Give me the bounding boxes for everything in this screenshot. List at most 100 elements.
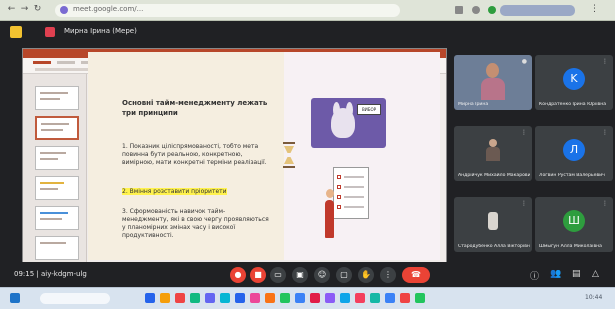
participant-tile[interactable]: K ⋮ Кондратенко Ірина Юріївна [535, 55, 613, 110]
address-bar[interactable]: meet.google.com/... [55, 4, 400, 17]
app-icon[interactable] [370, 293, 380, 303]
present-icon[interactable]: ▣ [292, 267, 308, 283]
participant-tile[interactable]: ⋮ Стародубенко Алла Вікторівна [454, 197, 532, 252]
app-icon[interactable] [400, 293, 410, 303]
slide-title: Основні тайм-менеджменту лежать три прин… [122, 99, 268, 117]
app-icon[interactable] [220, 293, 230, 303]
app-icon[interactable] [265, 293, 275, 303]
extensions-icon[interactable] [455, 6, 463, 14]
meet-logo-icon [10, 26, 22, 38]
participant-video [481, 63, 505, 100]
rabbit-face [331, 102, 355, 138]
call-controls-bar: 09:15 | aiy-kdgm-ulg ● ■ ▭ ▣ ☺ ▢ ✋ ⋮ ☎ ⓘ… [0, 262, 615, 287]
participant-name: Стародубенко Алла Вікторівна [458, 244, 530, 249]
windows-taskbar: 10:44 [0, 287, 615, 309]
participant-tile[interactable]: Ш ⋮ Шмыгун Алла Миколаївна [535, 197, 613, 252]
rabbit-sign: ВИБОР [357, 104, 381, 115]
app-icon[interactable] [160, 293, 170, 303]
slide-thumbnail[interactable] [35, 206, 79, 230]
slide-point-2: 2. Вміння розставити пріоритети [122, 188, 270, 196]
checklist-illustration [333, 167, 369, 219]
slide-point-1: 1. Показник ціліспрямованості, тобто мет… [122, 143, 267, 166]
windows-start-icon[interactable] [10, 293, 20, 303]
participant-tile[interactable]: ● Мирна Ірина [454, 55, 532, 110]
participant-name: Кондратенко Ірина Юріївна [539, 102, 607, 107]
app-icon[interactable] [145, 293, 155, 303]
emoji-icon[interactable]: ☺ [314, 267, 330, 283]
avatar: K [563, 68, 585, 90]
participant-name: Шмыгун Алла Миколаївна [539, 244, 602, 249]
app-icon[interactable] [205, 293, 215, 303]
person-head [326, 189, 334, 198]
more-options-icon[interactable]: ⋮ [380, 267, 396, 283]
chat-icon[interactable]: ▤ [572, 269, 581, 279]
captions-icon[interactable]: ▭ [270, 267, 286, 283]
raise-hand-icon[interactable]: ✋ [358, 267, 374, 283]
app-icon[interactable] [340, 293, 350, 303]
slide-thumbnail[interactable] [35, 146, 79, 170]
hourglass-icon [283, 142, 295, 168]
participant-tile[interactable]: Л ⋮ Логвин Рустам Валерьевич [535, 126, 613, 181]
participant-name: Мирна Ірина [458, 102, 489, 107]
meeting-code: 09:15 | aiy-kdgm-ulg [14, 270, 87, 278]
app-icon[interactable] [415, 293, 425, 303]
app-icon[interactable] [355, 293, 365, 303]
participant-name: Логвин Рустам Валерьевич [539, 173, 605, 178]
taskbar-clock[interactable]: 10:44 [585, 294, 602, 301]
profile-pill[interactable] [500, 5, 575, 16]
app-icon[interactable] [325, 293, 335, 303]
more-options-icon[interactable]: ⋮ [521, 129, 527, 136]
url-text: meet.google.com/... [73, 5, 144, 13]
more-options-icon[interactable]: ⋮ [602, 58, 608, 65]
app-icon[interactable] [235, 293, 245, 303]
app-icon[interactable] [310, 293, 320, 303]
site-icon [60, 6, 68, 14]
slide-thumbnail-active[interactable] [35, 116, 79, 140]
taskbar-search[interactable] [40, 293, 110, 304]
app-icon[interactable] [280, 293, 290, 303]
slide-thumbnails [23, 74, 87, 262]
slide-thumbnail[interactable] [35, 176, 79, 200]
app-icon[interactable] [175, 293, 185, 303]
participant-photo [486, 139, 500, 161]
app-icon[interactable] [295, 293, 305, 303]
participant-name: Андрійчук Михайло Макарович [458, 173, 530, 178]
person-illustration [325, 200, 334, 238]
info-icon[interactable]: ⓘ [530, 269, 539, 282]
slide-illustration-area [284, 52, 440, 260]
slide-point-3: 3. Сформованість навичок тайм-менеджмент… [122, 208, 269, 239]
activities-icon[interactable]: △ [592, 269, 599, 279]
rabbit-illustration: ВИБОР [311, 98, 386, 148]
more-options-icon[interactable]: ⋮ [521, 200, 527, 207]
reload-icon[interactable]: ↻ [32, 4, 43, 15]
people-icon[interactable]: 👥 [550, 269, 561, 279]
menu-icon[interactable]: ⋮ [590, 4, 599, 14]
slide-thumbnail[interactable] [35, 236, 79, 260]
avatar: Ш [563, 210, 585, 232]
profile-icon[interactable] [488, 6, 496, 14]
slide-thumbnail[interactable] [35, 86, 79, 110]
browser-toolbar: ← → ↻ meet.google.com/... ⋮ [0, 0, 615, 21]
more-options-icon[interactable]: ⋮ [602, 200, 608, 207]
back-arrow-icon[interactable]: ← [6, 4, 17, 15]
avatar: Л [563, 139, 585, 161]
more-options-icon[interactable]: ⋮ [602, 129, 608, 136]
forward-arrow-icon[interactable]: → [19, 4, 30, 15]
end-call-icon[interactable]: ☎ [402, 267, 430, 283]
app-icon[interactable] [250, 293, 260, 303]
highlighted-text: 2. Вміння розставити пріоритети [122, 188, 227, 195]
camera-off-icon[interactable]: ■ [250, 267, 266, 283]
ribbon-tab[interactable] [57, 61, 75, 64]
present-screen-icon[interactable]: ▢ [336, 267, 352, 283]
mic-muted-icon: ● [521, 58, 527, 65]
meeting-title: Мирна Ірина (Мере) [64, 27, 137, 35]
presenting-icon [45, 27, 55, 37]
mic-off-icon[interactable]: ● [230, 267, 246, 283]
app-icon[interactable] [190, 293, 200, 303]
ribbon-tab[interactable] [33, 61, 51, 64]
participant-tile[interactable]: ⋮ Андрійчук Михайло Макарович [454, 126, 532, 181]
participant-photo [486, 210, 500, 232]
star-icon[interactable] [472, 6, 480, 14]
app-icon[interactable] [385, 293, 395, 303]
meet-header: Мирна Ірина (Мере) [0, 21, 615, 43]
